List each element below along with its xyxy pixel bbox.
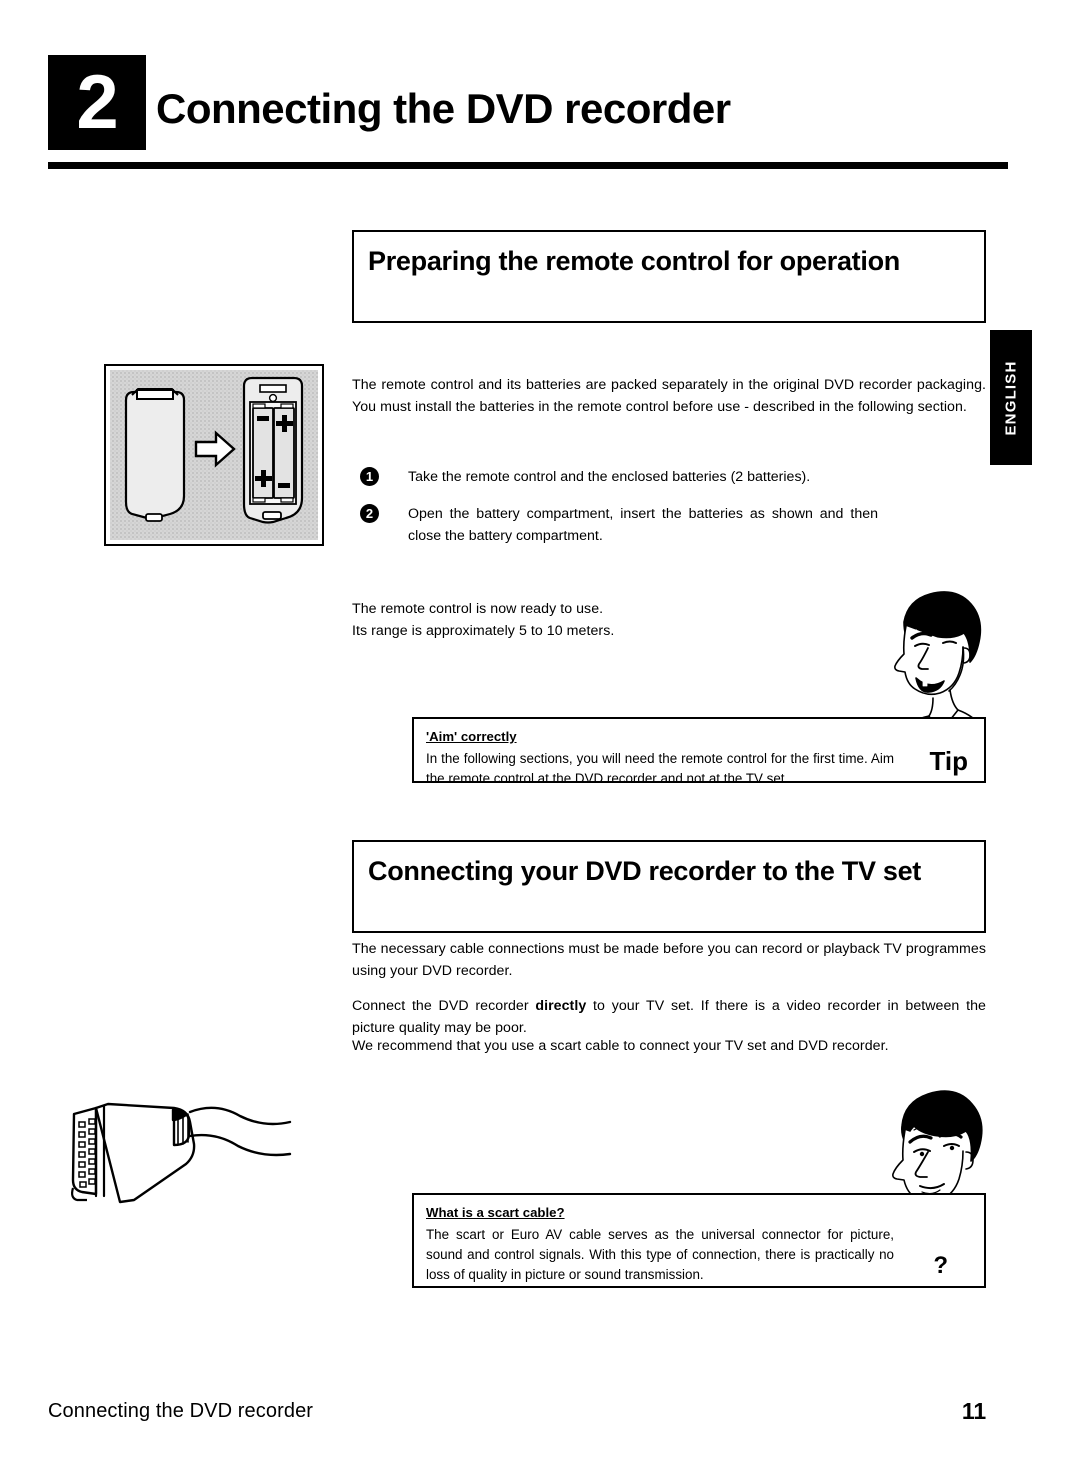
chapter-divider-rule — [48, 162, 1008, 169]
section-heading-preparing-remote: Preparing the remote control for operati… — [352, 230, 986, 323]
callout-title: What is a scart cable? — [426, 1205, 565, 1220]
remote-ready-paragraph: The remote control is now ready to use. … — [352, 598, 822, 642]
callout-body: In the following sections, you will need… — [426, 751, 894, 787]
chapter-number-badge: 2 — [48, 55, 146, 150]
section-heading-text: Connecting your DVD recorder to the TV s… — [368, 856, 921, 886]
step-number-badge: 1 — [360, 467, 379, 486]
tip-callout-box: 'Aim' correctly In the following section… — [412, 717, 986, 786]
scart-connector-figure — [52, 1092, 316, 1218]
question-badge-label: ? — [933, 1252, 948, 1279]
remote-ready-line-1: The remote control is now ready to use. — [352, 601, 604, 617]
footer-chapter-title: Connecting the DVD recorder — [48, 1400, 314, 1422]
step-text: Take the remote control and the enclosed… — [408, 469, 811, 485]
section-heading-connecting-tv: Connecting your DVD recorder to the TV s… — [352, 840, 986, 933]
remote-ready-line-2: Its range is approximately 5 to 10 meter… — [352, 623, 615, 639]
step-number-badge: 2 — [360, 504, 379, 523]
tip-badge-label: Tip — [929, 746, 968, 776]
language-side-tab-label: ENGLISH — [1002, 359, 1020, 436]
section-heading-text: Preparing the remote control for operati… — [368, 246, 900, 276]
chapter-title: Connecting the DVD recorder — [156, 85, 731, 132]
footer-page-number: 11 — [961, 1398, 987, 1424]
question-callout-box: What is a scart cable? The scart or Euro… — [412, 1193, 986, 1288]
language-side-tab: ENGLISH — [990, 330, 1032, 465]
cable-paragraph-2-emphasis: directly — [535, 998, 587, 1014]
remote-control-battery-figure — [104, 364, 324, 546]
step-item: 1 Take the remote control and the enclos… — [360, 466, 986, 488]
cable-paragraph-2-lead: Connect the DVD recorder — [352, 998, 536, 1014]
cable-paragraph-3: We recommend that you use a scart cable … — [352, 1038, 889, 1054]
cable-paragraph-1: The necessary cable connections must be … — [352, 941, 986, 979]
chapter-header: 2 Connecting the DVD recorder — [48, 55, 1008, 175]
intro-paragraph: The remote control and its batteries are… — [352, 377, 986, 415]
cable-paragraph-2: Connect the DVD recorder directly to you… — [352, 995, 986, 1039]
callout-title: 'Aim' correctly — [426, 729, 517, 744]
step-text: Open the battery compartment, insert the… — [408, 506, 878, 544]
step-item: 2 Open the battery compartment, insert t… — [360, 503, 986, 547]
callout-body: The scart or Euro AV cable serves as the… — [426, 1227, 894, 1283]
